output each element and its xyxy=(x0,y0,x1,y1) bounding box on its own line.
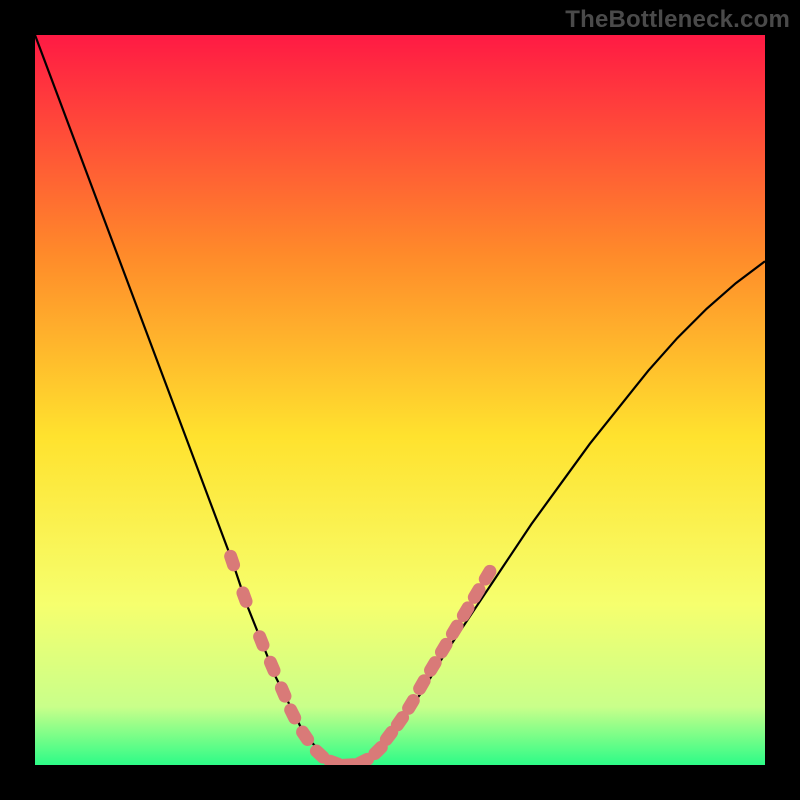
watermark-text: TheBottleneck.com xyxy=(565,6,790,34)
chart-frame: TheBottleneck.com xyxy=(0,0,800,800)
gradient-background xyxy=(35,35,765,765)
plot-area xyxy=(35,35,765,765)
chart-svg xyxy=(35,35,765,765)
